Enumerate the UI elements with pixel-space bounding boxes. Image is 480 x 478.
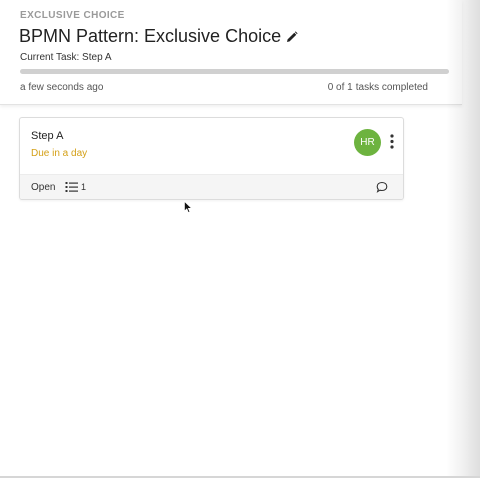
progress-bar: [20, 69, 449, 74]
title-row: BPMN Pattern: Exclusive Choice: [19, 26, 298, 47]
mouse-cursor-icon: [184, 201, 192, 213]
process-header: EXCLUSIVE CHOICE BPMN Pattern: Exclusive…: [0, 0, 462, 105]
more-icon[interactable]: [388, 133, 396, 150]
process-category: EXCLUSIVE CHOICE: [20, 10, 125, 21]
tasks-completed: 0 of 1 tasks completed: [328, 82, 431, 93]
task-card-footer: Open 1: [20, 174, 403, 199]
assignee-avatar[interactable]: HR: [354, 129, 381, 156]
checklist-toggle[interactable]: 1: [65, 181, 86, 193]
side-panel-shadow: [446, 0, 480, 478]
task-title: Step A: [31, 130, 64, 142]
tasks-completed-label: tasks completed: [355, 82, 428, 93]
task-card[interactable]: Step A Due in a day HR Open 1: [19, 117, 404, 200]
checklist-icon: [65, 182, 78, 192]
edit-icon[interactable]: [286, 30, 298, 43]
current-task-label: Current Task: Step A: [20, 52, 112, 63]
tasks-completed-count: 0 of 1: [327, 82, 353, 93]
checklist-count: 1: [81, 182, 87, 192]
page-title: BPMN Pattern: Exclusive Choice: [19, 26, 282, 46]
task-status: Open: [31, 182, 56, 193]
last-updated: a few seconds ago: [20, 82, 104, 93]
task-card-body[interactable]: Step A Due in a day HR: [20, 118, 403, 174]
comment-icon[interactable]: [376, 181, 388, 193]
task-due-date: Due in a day: [31, 148, 88, 159]
